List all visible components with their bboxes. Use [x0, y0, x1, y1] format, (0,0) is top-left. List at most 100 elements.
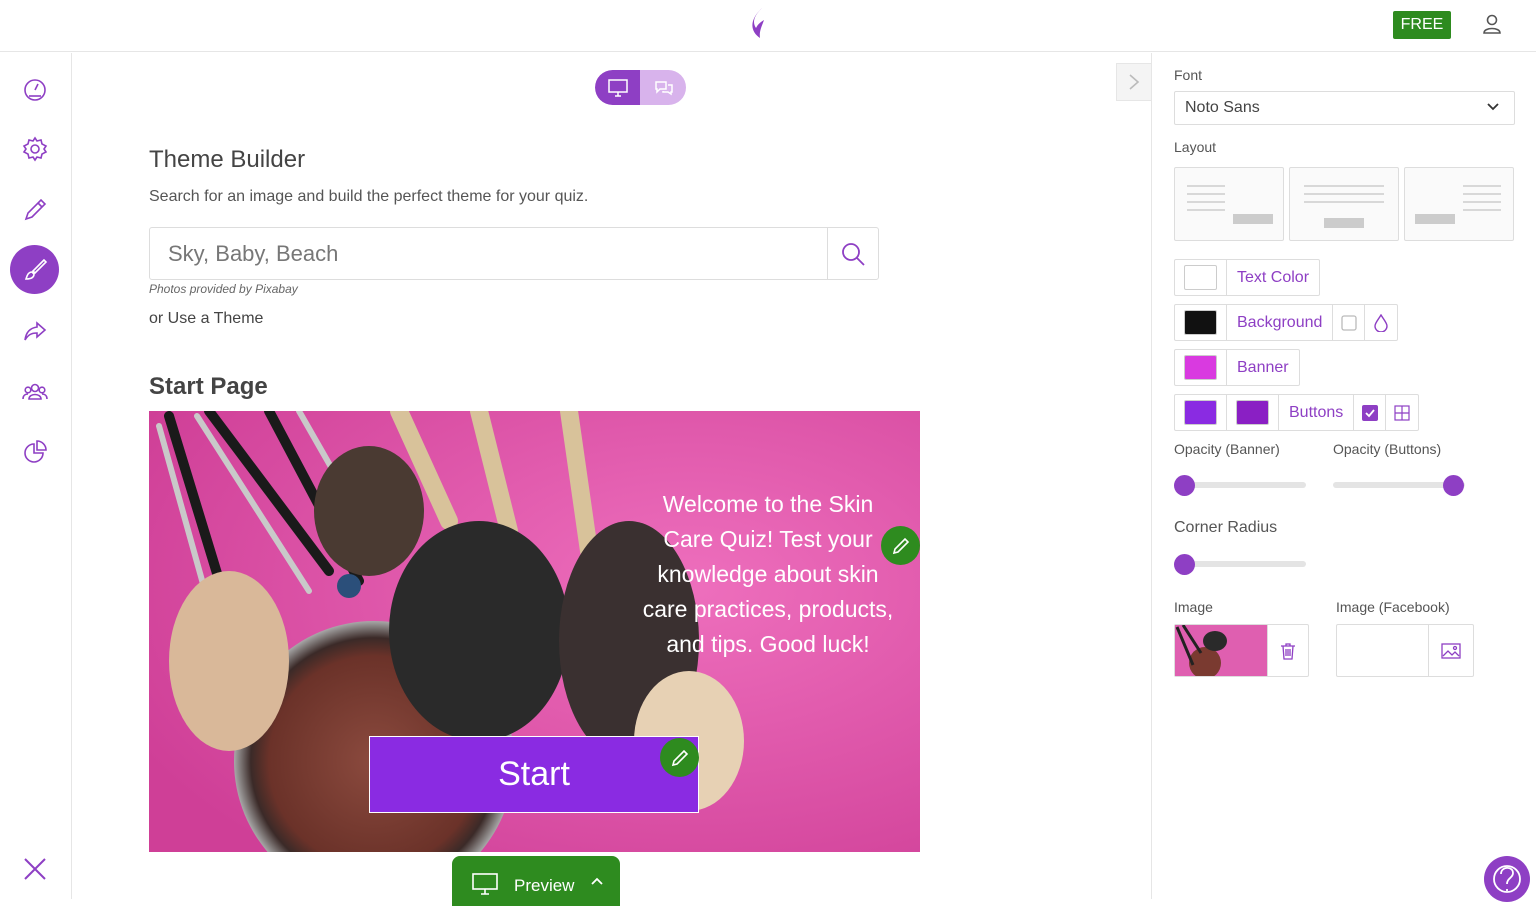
banner-label[interactable]: Banner: [1227, 350, 1299, 385]
sidebar-item-settings[interactable]: [10, 124, 59, 173]
welcome-text[interactable]: Welcome to the Skin Care Quiz! Test your…: [637, 487, 899, 662]
start-page-preview: Welcome to the Skin Care Quiz! Test your…: [149, 411, 920, 852]
background-label[interactable]: Background: [1227, 305, 1334, 340]
slider-handle[interactable]: [1174, 475, 1195, 496]
text-color-control: Text Color: [1174, 259, 1321, 296]
buttons-control: Buttons: [1174, 394, 1420, 431]
grid-icon: [1394, 404, 1410, 421]
search-icon: [842, 242, 865, 266]
edit-start-button[interactable]: [660, 738, 699, 777]
layout-option-center[interactable]: [1289, 167, 1399, 241]
corner-radius-slider[interactable]: [1174, 554, 1306, 575]
main-editor: Theme Builder Search for an image and bu…: [73, 53, 1151, 906]
font-value: Noto Sans: [1185, 99, 1260, 116]
buttons-grid-button[interactable]: [1386, 395, 1418, 430]
image-search: [149, 227, 879, 280]
image-field: [1174, 624, 1309, 677]
close-icon[interactable]: [22, 856, 48, 882]
start-button[interactable]: Start: [369, 736, 699, 813]
image-facebook-empty[interactable]: [1337, 625, 1428, 676]
font-select[interactable]: Noto Sans: [1174, 91, 1515, 125]
use-theme-link[interactable]: or Use a Theme: [149, 310, 263, 328]
edit-welcome-button[interactable]: [881, 526, 920, 565]
layout-label: Layout: [1174, 139, 1217, 155]
buttons-swatch-primary[interactable]: [1175, 395, 1227, 430]
layout-option-right[interactable]: [1404, 167, 1514, 241]
checkbox-icon: [1341, 314, 1357, 331]
help-question-icon: [1493, 865, 1521, 893]
chevron-down-icon: [1487, 103, 1499, 111]
chat-view-button[interactable]: [641, 70, 686, 105]
slider-handle[interactable]: [1443, 475, 1464, 496]
font-label: Font: [1174, 67, 1203, 83]
checkbox-checked-icon: [1361, 404, 1378, 421]
plan-badge[interactable]: FREE: [1393, 11, 1451, 39]
help-button[interactable]: [1484, 856, 1530, 902]
pie-chart-icon: [23, 439, 47, 463]
preview-label: Preview: [514, 876, 575, 895]
background-control: Background: [1174, 304, 1399, 341]
image-icon: [1441, 642, 1461, 659]
pencil-icon: [671, 749, 688, 766]
brush-icon: [24, 258, 47, 280]
layout-left-icon: [1187, 185, 1273, 224]
monitor-icon: [472, 873, 498, 895]
image-label: Image: [1174, 599, 1213, 615]
corner-radius-label: Corner Radius: [1174, 519, 1278, 536]
image-thumbnail[interactable]: [1175, 625, 1267, 676]
layout-center-icon: [1304, 185, 1384, 228]
users-icon: [21, 383, 48, 400]
opacity-buttons-slider[interactable]: [1333, 475, 1465, 496]
opacity-buttons-label: Opacity (Buttons): [1333, 441, 1442, 457]
text-color-swatch[interactable]: [1175, 260, 1227, 295]
buttons-swatch-secondary[interactable]: [1227, 395, 1279, 430]
banner-control: Banner: [1174, 349, 1300, 386]
pencil-icon: [24, 198, 46, 220]
flame-logo-icon[interactable]: [748, 6, 772, 40]
monitor-icon: [607, 78, 628, 97]
droplet-icon: [1374, 313, 1389, 332]
opacity-banner-slider[interactable]: [1174, 475, 1306, 496]
photo-credit: Photos provided by Pixabay: [149, 282, 298, 296]
text-color-label[interactable]: Text Color: [1227, 260, 1319, 295]
desktop-view-button[interactable]: [595, 70, 640, 105]
image-facebook-label: Image (Facebook): [1336, 599, 1450, 615]
sidebar-item-share[interactable]: [10, 306, 59, 355]
search-button[interactable]: [827, 228, 878, 279]
sidebar-item-design[interactable]: [10, 245, 59, 294]
delete-image-button[interactable]: [1267, 625, 1308, 676]
view-toggle: [595, 70, 686, 105]
image-search-input[interactable]: [150, 228, 828, 279]
collapse-panel-button[interactable]: [1116, 63, 1151, 101]
background-opacity-button[interactable]: [1365, 305, 1397, 340]
sidebar-item-edit[interactable]: [10, 185, 59, 234]
background-swatch[interactable]: [1175, 305, 1227, 340]
chat-bubbles-icon: [654, 80, 673, 95]
sidebar-item-reports[interactable]: [10, 427, 59, 476]
sidebar-item-dashboard[interactable]: [10, 64, 59, 113]
buttons-label[interactable]: Buttons: [1279, 395, 1355, 430]
pencil-icon: [892, 537, 909, 554]
banner-swatch[interactable]: [1175, 350, 1227, 385]
sidebar-item-audience[interactable]: [10, 367, 59, 416]
chevron-right-icon: [1129, 74, 1140, 90]
background-checkbox[interactable]: [1333, 305, 1366, 340]
gear-icon: [22, 136, 47, 161]
trash-icon: [1281, 642, 1295, 660]
slider-handle[interactable]: [1174, 554, 1195, 575]
gauge-icon: [23, 78, 46, 101]
buttons-checkbox[interactable]: [1354, 395, 1387, 430]
theme-settings-panel: Font Noto Sans Layout Text Color Backgro…: [1151, 53, 1536, 899]
theme-builder-subtitle: Search for an image and build the perfec…: [149, 188, 589, 205]
theme-builder-title: Theme Builder: [149, 146, 306, 173]
top-bar: FREE: [0, 0, 1536, 52]
image-facebook-field: [1336, 624, 1474, 677]
user-icon[interactable]: [1480, 12, 1504, 36]
opacity-banner-label: Opacity (Banner): [1174, 441, 1280, 457]
sidebar: [0, 53, 72, 899]
start-page-title: Start Page: [149, 373, 268, 400]
layout-right-icon: [1415, 185, 1501, 224]
upload-image-button[interactable]: [1428, 625, 1473, 676]
layout-option-left[interactable]: [1174, 167, 1284, 241]
chevron-up-icon: [591, 877, 603, 885]
